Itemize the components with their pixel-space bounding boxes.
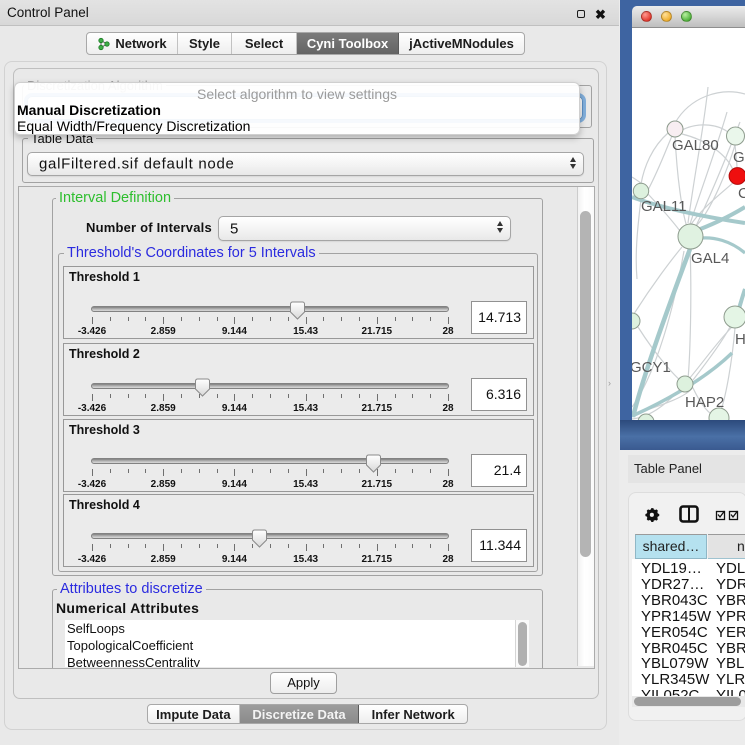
svg-text:GAL4: GAL4 xyxy=(691,250,729,267)
svg-text:HAP2: HAP2 xyxy=(685,394,724,411)
svg-text:C: C xyxy=(738,185,745,202)
svg-text:GAL11: GAL11 xyxy=(641,198,687,215)
svg-text:GAL80: GAL80 xyxy=(672,137,719,154)
svg-text:G.: G. xyxy=(733,149,745,166)
svg-text:H: H xyxy=(735,331,745,348)
svg-text:GCY1: GCY1 xyxy=(632,359,671,376)
